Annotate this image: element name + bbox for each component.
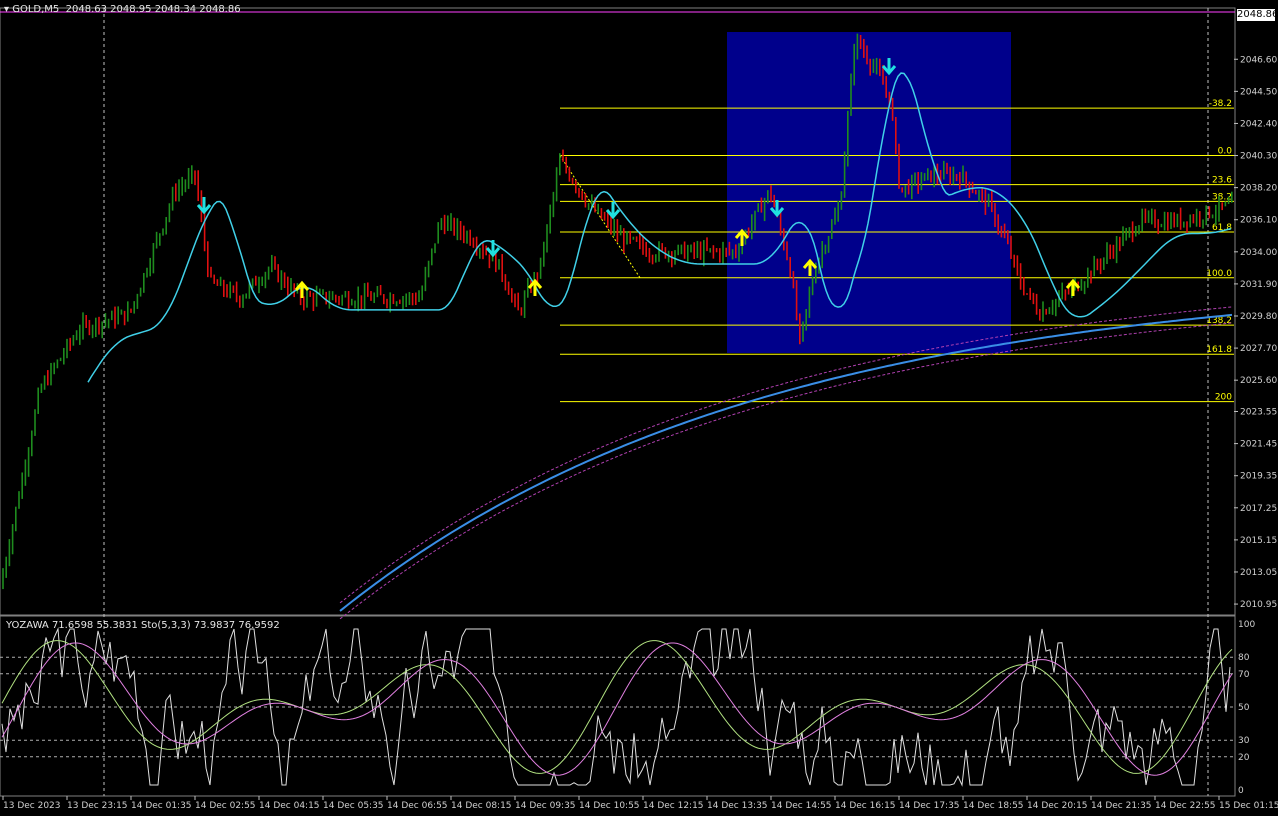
price-tick: 2029.80 [1240, 312, 1277, 322]
price-bars [2, 33, 1233, 590]
sell-arrow-icon [485, 240, 501, 258]
fib-label: 100.0 [1206, 269, 1232, 279]
time-tick: 14 Dec 04:15 [259, 801, 320, 811]
stoch-signal-line [1, 642, 1233, 776]
indicator-level: 80 [1238, 653, 1250, 663]
time-tick: 14 Dec 20:15 [1027, 801, 1088, 811]
fib-label: 0.0 [1218, 147, 1233, 157]
chart-header: ▾ GOLD,M5 2048.63 2048.95 2048.34 2048.8… [4, 4, 241, 15]
slow-ma-line [339, 313, 1233, 612]
price-tick: 2046.60 [1240, 55, 1277, 65]
time-tick: 14 Dec 08:15 [451, 801, 512, 811]
envelope-lines [339, 306, 1233, 620]
indicator-level: 100 [1238, 620, 1255, 630]
chart-canvas[interactable]: -38.20.023.638.261.8100.0138.2161.8200 2… [0, 0, 1278, 812]
indicator-level: 50 [1238, 703, 1250, 713]
price-tick: 2023.55 [1240, 408, 1277, 418]
time-tick: 14 Dec 06:55 [387, 801, 448, 811]
time-tick: 14 Dec 16:15 [835, 801, 896, 811]
time-tick: 14 Dec 22:55 [1155, 801, 1216, 811]
time-tick: 14 Dec 21:35 [1091, 801, 1152, 811]
fib-label: 200 [1215, 393, 1232, 403]
price-tick: 2031.90 [1240, 280, 1277, 290]
price-tick: 2021.45 [1240, 440, 1277, 450]
time-axis[interactable]: 13 Dec 2023 13 Dec 23:15 14 Dec 01:35 14 De… [2, 796, 1278, 811]
time-tick: 15 Dec 01:15 [1219, 801, 1278, 811]
time-tick: 13 Dec 2023 [3, 801, 61, 811]
fib-label: 161.8 [1206, 345, 1232, 355]
price-tick: 2013.05 [1240, 568, 1277, 578]
fib-label: 23.6 [1212, 176, 1232, 186]
time-tick: 14 Dec 02:55 [195, 801, 256, 811]
sell-arrow-icon [196, 197, 212, 215]
time-tick: 14 Dec 12:15 [643, 801, 704, 811]
price-tick: 2040.30 [1240, 152, 1277, 162]
indicator-level: 0 [1238, 786, 1244, 796]
price-tick: 2017.25 [1240, 504, 1277, 514]
time-tick: 14 Dec 01:35 [131, 801, 192, 811]
symbol-label: GOLD,M5 [12, 4, 60, 15]
time-tick: 14 Dec 13:35 [707, 801, 768, 811]
price-tick: 2010.95 [1240, 600, 1277, 610]
price-tick: 2027.70 [1240, 344, 1277, 354]
price-axis[interactable]: 2046.60 2044.50 2042.40 2040.30 2038.20 2036.… [1234, 55, 1277, 610]
indicator-level: 20 [1238, 753, 1250, 763]
time-tick: 14 Dec 09:35 [515, 801, 576, 811]
time-tick: 14 Dec 05:35 [323, 801, 384, 811]
indicator-header: YOZAWA 71.6598 55.3831 Sto(5,3,3) 73.983… [6, 620, 280, 631]
price-tick: 2036.10 [1240, 216, 1277, 226]
time-tick: 14 Dec 17:35 [899, 801, 960, 811]
oscillator-pane[interactable]: 100 80 70 50 30 20 0 [0, 620, 1255, 796]
price-tick: 2038.20 [1240, 184, 1277, 194]
current-price-tag: 2048.86 [1237, 9, 1278, 21]
price-tick: 2044.50 [1240, 87, 1277, 97]
time-tick: 13 Dec 23:15 [67, 801, 128, 811]
price-tick: 2025.60 [1240, 376, 1277, 386]
envelope-lower [339, 322, 1233, 620]
ohlc-values: 2048.63 2048.95 2048.34 2048.86 [65, 4, 241, 15]
sell-arrow-icon [605, 202, 621, 220]
moving-averages [87, 72, 1233, 612]
fib-label: -38.2 [1209, 99, 1232, 109]
price-tick: 2019.35 [1240, 472, 1277, 482]
highlight-box [727, 32, 1011, 353]
trading-chart[interactable]: -38.2 0.0 23.6 38.2 61.8 100.0 138.2 161.8 200 2… [0, 0, 1278, 812]
price-tick: 2042.40 [1240, 119, 1277, 129]
indicator-level: 30 [1238, 736, 1250, 746]
chevron-down-icon[interactable]: ▾ [4, 4, 9, 15]
price-tick: 2034.00 [1240, 248, 1277, 258]
time-tick: 14 Dec 10:55 [579, 801, 640, 811]
indicator-level: 70 [1238, 670, 1250, 680]
time-tick: 14 Dec 14:55 [771, 801, 832, 811]
time-tick: 14 Dec 18:55 [963, 801, 1024, 811]
price-tick: 2015.15 [1240, 536, 1277, 546]
